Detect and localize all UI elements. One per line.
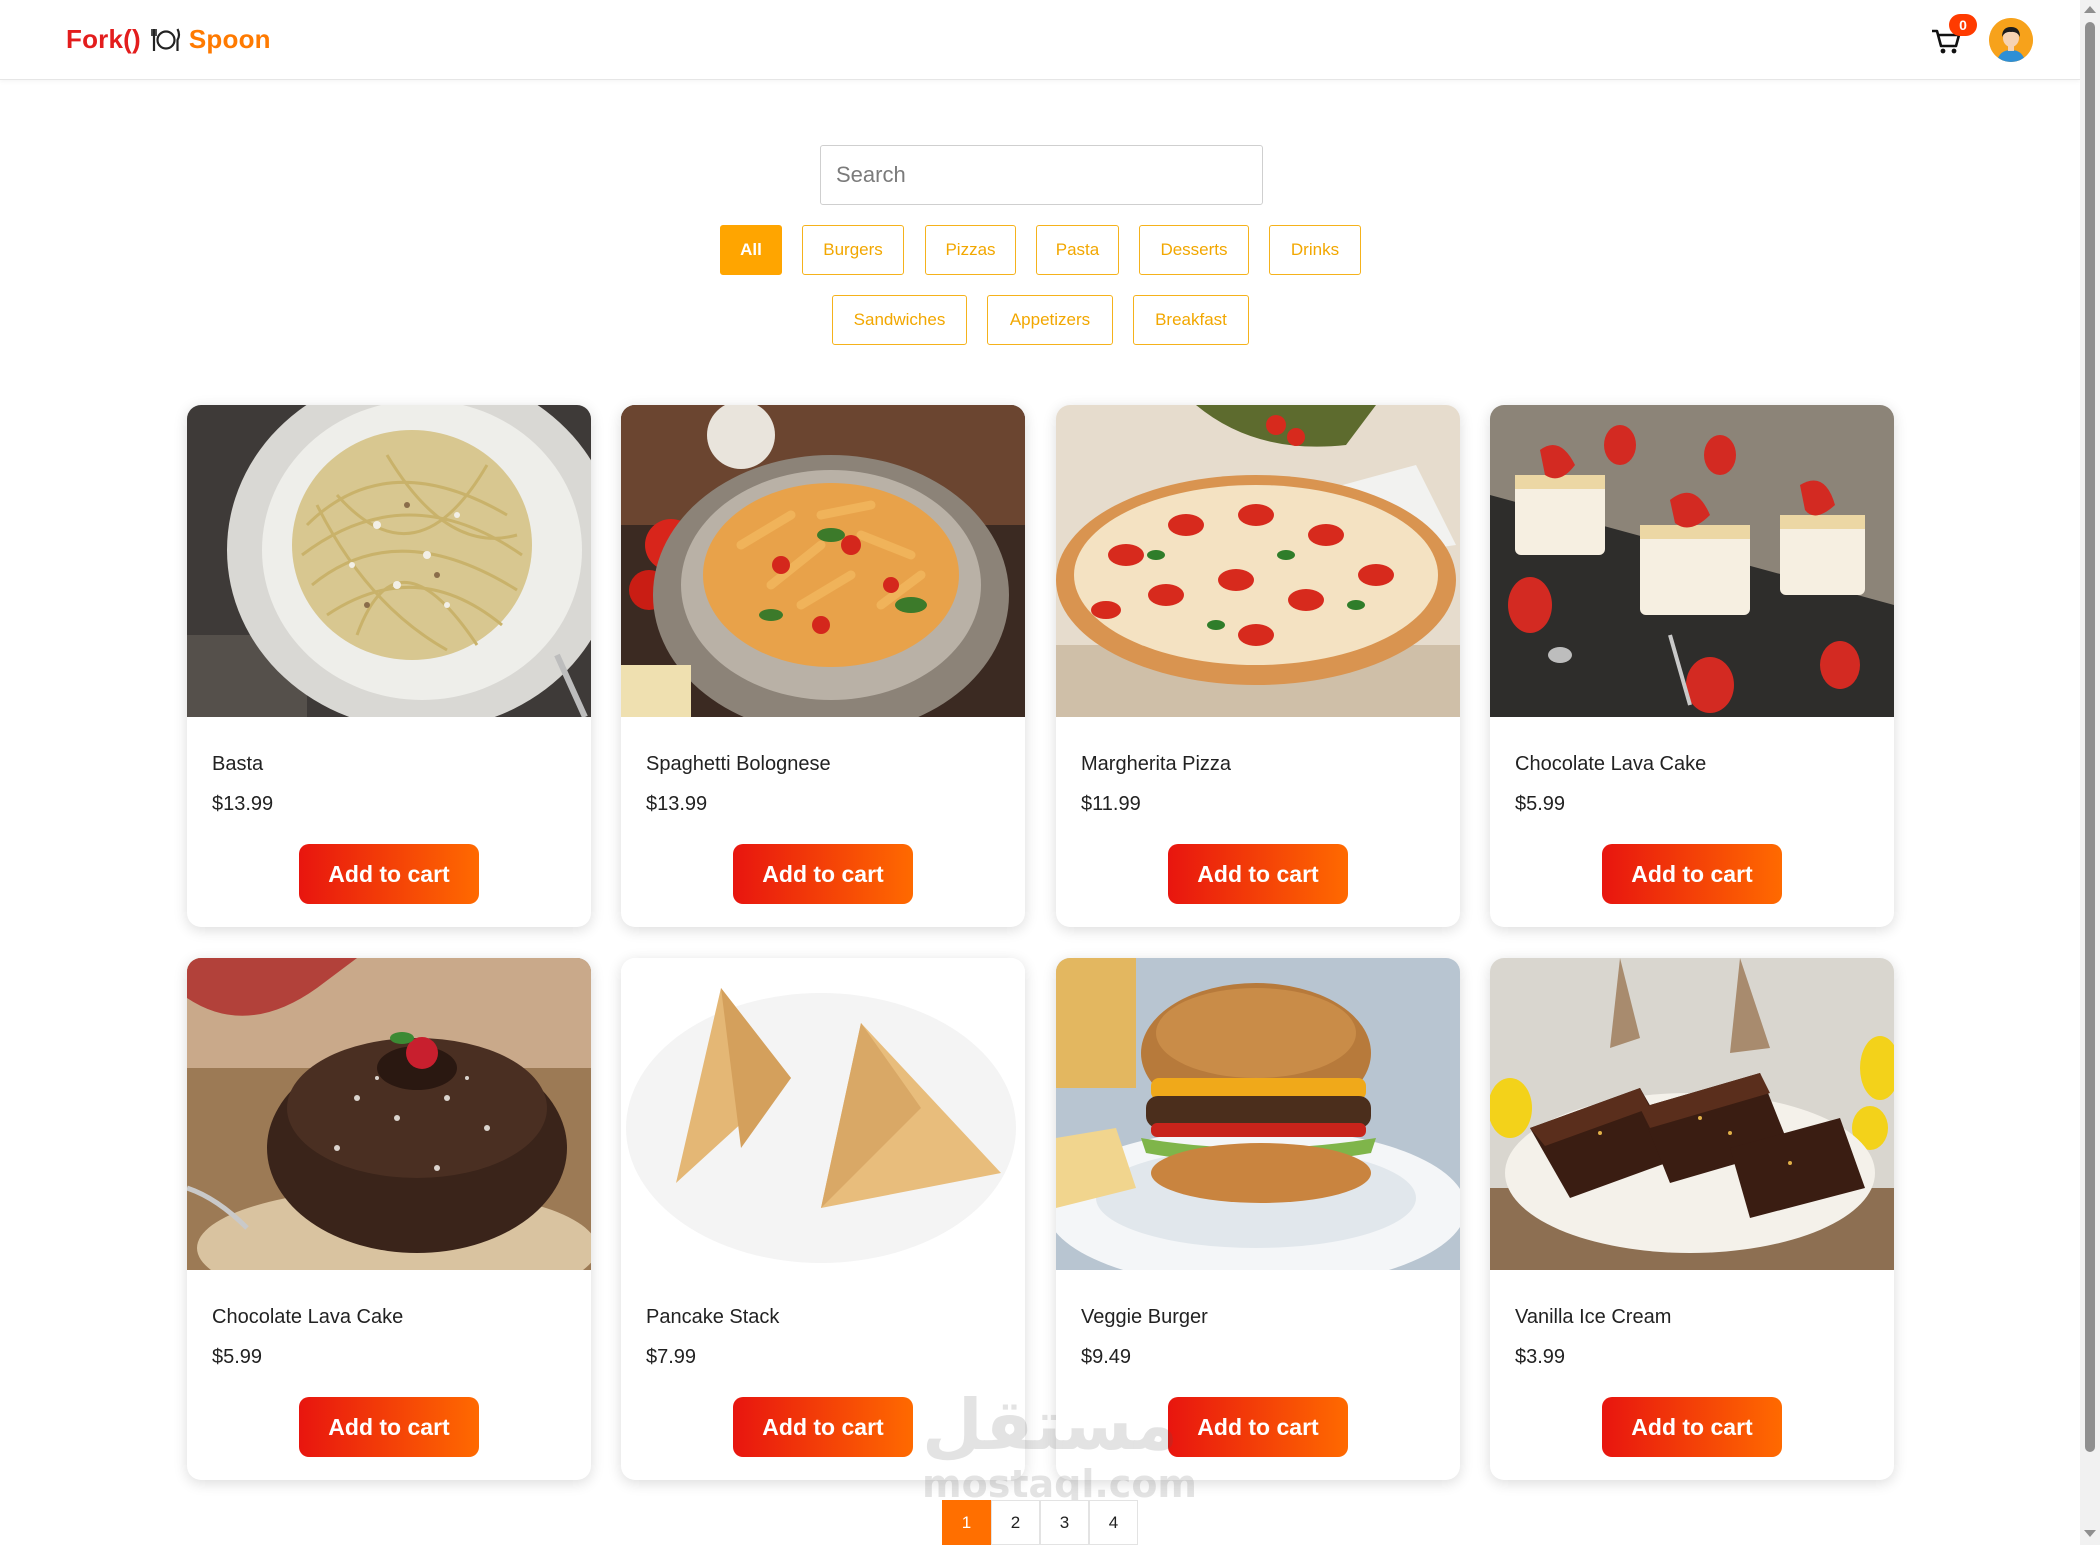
cart-count-badge: 0 — [1949, 14, 1977, 36]
product-card: Chocolate Lava Cake $5.99 Add to cart — [187, 958, 591, 1480]
filter-breakfast[interactable]: Breakfast — [1133, 295, 1249, 345]
product-image-burger[interactable] — [1056, 958, 1460, 1270]
product-name: Chocolate Lava Cake — [212, 1306, 404, 1328]
product-card: Spaghetti Bolognese $13.99 Add to cart — [621, 405, 1025, 927]
filter-sandwiches[interactable]: Sandwiches — [832, 295, 967, 345]
plate-cutlery-icon — [151, 28, 180, 51]
product-price: $11.99 — [1081, 793, 1141, 815]
page-4-button[interactable]: 4 — [1089, 1500, 1138, 1545]
page-1-button[interactable]: 1 — [942, 1500, 991, 1545]
user-avatar[interactable] — [1989, 18, 2033, 62]
watermark-arabic: مستقل — [922, 1384, 1179, 1466]
filter-burgers[interactable]: Burgers — [802, 225, 904, 275]
product-name: Chocolate Lava Cake — [1515, 753, 1707, 775]
scroll-down-arrow-icon[interactable] — [2084, 1530, 2096, 1537]
add-to-cart-button[interactable]: Add to cart — [299, 1397, 479, 1457]
product-image-pizza[interactable] — [1056, 405, 1460, 717]
product-card: Margherita Pizza $11.99 Add to cart — [1056, 405, 1460, 927]
add-to-cart-button[interactable]: Add to cart — [1602, 1397, 1782, 1457]
add-to-cart-button[interactable]: Add to cart — [299, 844, 479, 904]
product-image-strawberry-cake[interactable] — [1490, 405, 1894, 717]
top-navbar: Fork() Spoon 0 — [0, 0, 2080, 80]
page-2-button[interactable]: 2 — [991, 1500, 1040, 1545]
product-name: Margherita Pizza — [1081, 753, 1232, 775]
brand-logo[interactable]: Fork() Spoon — [66, 24, 271, 55]
product-price: $3.99 — [1515, 1346, 1566, 1368]
product-name: Vanilla Ice Cream — [1515, 1306, 1672, 1328]
watermark-latin: mostaql.com — [922, 1462, 1198, 1506]
product-name: Pancake Stack — [646, 1306, 780, 1328]
search-input[interactable] — [820, 145, 1263, 205]
add-to-cart-button[interactable]: Add to cart — [1168, 1397, 1348, 1457]
product-image-penne[interactable] — [621, 405, 1025, 717]
product-image-pasta[interactable] — [187, 405, 591, 717]
user-avatar-icon — [1989, 18, 2033, 62]
product-price: $7.99 — [646, 1346, 697, 1368]
filter-appetizers[interactable]: Appetizers — [987, 295, 1113, 345]
product-price: $13.99 — [212, 793, 274, 815]
product-image-samosa[interactable] — [621, 958, 1025, 1270]
filter-pasta[interactable]: Pasta — [1036, 225, 1119, 275]
product-price: $5.99 — [212, 1346, 263, 1368]
filter-desserts[interactable]: Desserts — [1139, 225, 1249, 275]
product-card: Vanilla Ice Cream $3.99 Add to cart — [1490, 958, 1894, 1480]
scroll-up-arrow-icon[interactable] — [2084, 6, 2096, 13]
logo-fork-text: Fork() — [66, 24, 141, 54]
scrollbar-thumb[interactable] — [2085, 22, 2095, 1452]
filter-all[interactable]: All — [720, 225, 782, 275]
add-to-cart-button[interactable]: Add to cart — [733, 1397, 913, 1457]
watermark: مستقل mostaql.com — [922, 1384, 1198, 1506]
filter-drinks[interactable]: Drinks — [1269, 225, 1361, 275]
logo-spoon-text: Spoon — [188, 24, 271, 54]
product-price: $5.99 — [1515, 793, 1566, 815]
product-image-brownie[interactable] — [1490, 958, 1894, 1270]
filter-pizzas[interactable]: Pizzas — [925, 225, 1016, 275]
product-card: Chocolate Lava Cake $5.99 Add to cart — [1490, 405, 1894, 927]
add-to-cart-button[interactable]: Add to cart — [1168, 844, 1348, 904]
page-scrollbar[interactable] — [2080, 0, 2100, 1545]
product-image-chocolate-cake[interactable] — [187, 958, 591, 1270]
product-name: Basta — [212, 753, 264, 775]
product-price: $9.49 — [1081, 1346, 1132, 1368]
product-price: $13.99 — [646, 793, 708, 815]
product-name: Spaghetti Bolognese — [646, 753, 831, 775]
page-3-button[interactable]: 3 — [1040, 1500, 1089, 1545]
add-to-cart-button[interactable]: Add to cart — [1602, 844, 1782, 904]
add-to-cart-button[interactable]: Add to cart — [733, 844, 913, 904]
product-name: Veggie Burger — [1081, 1306, 1208, 1328]
product-card: Basta $13.99 Add to cart — [187, 405, 591, 927]
